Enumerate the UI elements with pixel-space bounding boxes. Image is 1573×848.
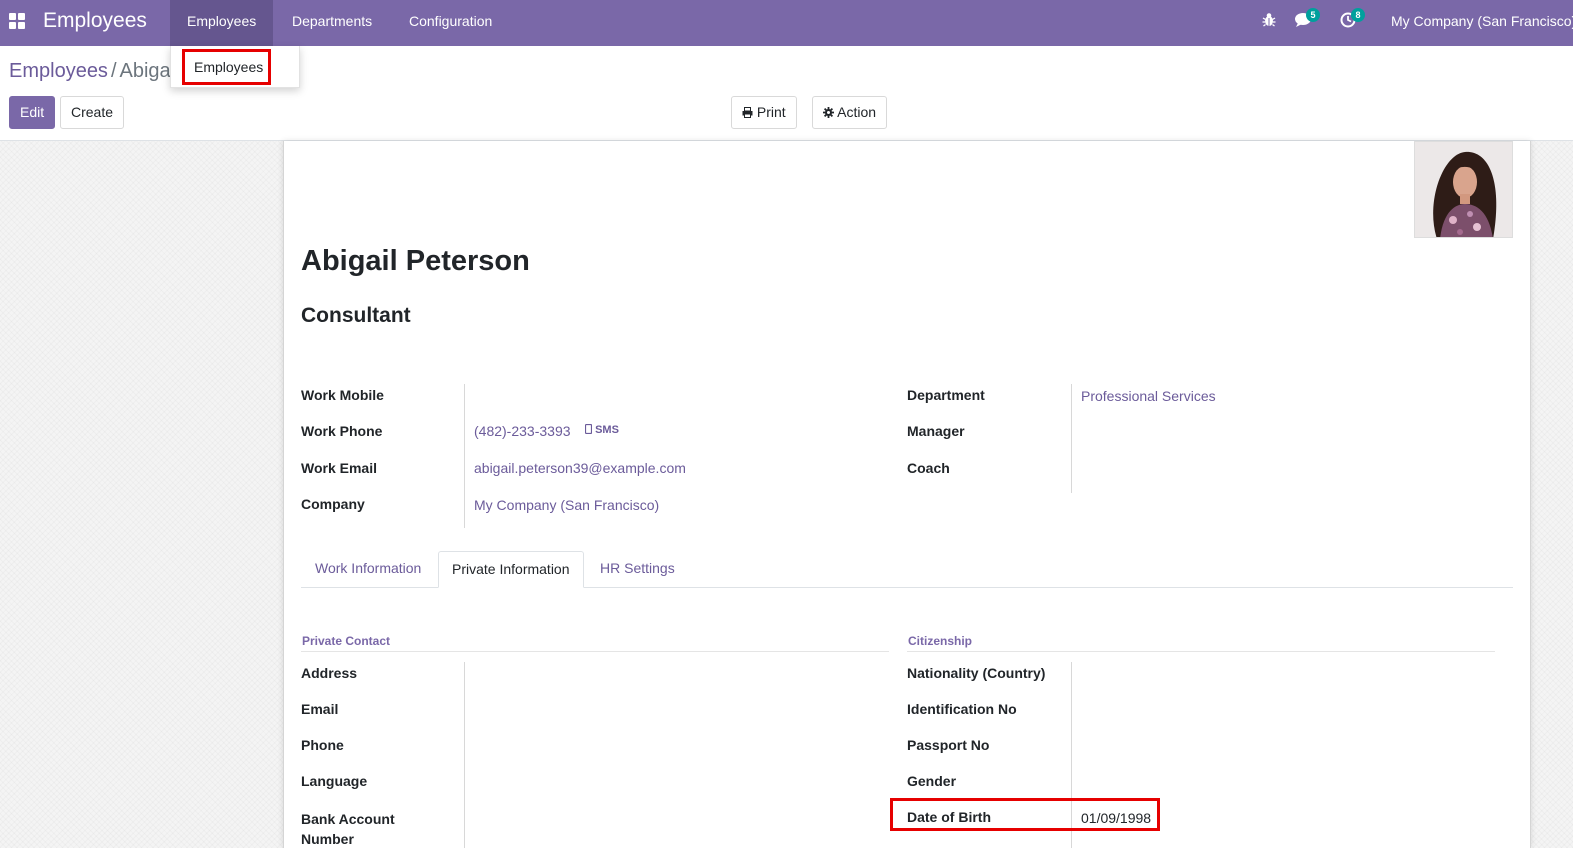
work-mobile-label: Work Mobile [301, 387, 384, 403]
dropdown-item-employees[interactable]: Employees [182, 49, 271, 85]
action-button[interactable]: Action [812, 96, 888, 129]
work-phone-value[interactable]: (482)-233-3393 [474, 423, 571, 439]
activities-count-badge: 8 [1351, 8, 1365, 22]
print-icon [742, 104, 757, 120]
breadcrumb-separator: / [110, 60, 117, 82]
bank-account-label: Bank Account Number [301, 811, 395, 847]
section-divider [301, 651, 889, 652]
app-title[interactable]: Employees [43, 9, 147, 33]
citizenship-title: Citizenship [908, 634, 973, 648]
manager-label: Manager [907, 423, 965, 439]
top-navbar: Employees Employees Departments Configur… [0, 0, 1573, 46]
menu-configuration[interactable]: Configuration [392, 0, 509, 46]
sms-label: SMS [595, 424, 619, 436]
identification-no-label: Identification No [907, 701, 1017, 717]
company-value[interactable]: My Company (San Francisco) [474, 497, 659, 513]
tab-private-information[interactable]: Private Information [438, 551, 584, 588]
employee-name[interactable]: Abigail Peterson [301, 245, 530, 278]
print-button[interactable]: Print [731, 96, 797, 129]
action-label: Action [837, 104, 877, 120]
address-label: Address [301, 665, 358, 681]
menu-departments[interactable]: Departments [275, 0, 389, 46]
chat-icon[interactable]: 5 [1295, 8, 1320, 32]
passport-no-label: Passport No [907, 737, 990, 753]
nationality-label: Nationality (Country) [907, 665, 1046, 681]
language-label: Language [301, 773, 368, 789]
mobile-icon [584, 423, 595, 436]
field-separator [1071, 384, 1072, 493]
bug-icon[interactable] [1262, 12, 1276, 32]
apps-menu-icon[interactable] [9, 13, 26, 30]
coach-label: Coach [907, 460, 950, 476]
private-contact-title: Private Contact [302, 634, 391, 648]
field-separator [464, 662, 465, 848]
work-email-label: Work Email [301, 460, 377, 476]
sms-button[interactable]: SMS [584, 423, 619, 436]
print-label: Print [756, 104, 786, 120]
field-separator [464, 384, 465, 528]
department-label: Department [907, 387, 985, 403]
tab-hr-settings[interactable]: HR Settings [587, 551, 688, 588]
tab-work-information[interactable]: Work Information [302, 551, 434, 588]
menu-employees[interactable]: Employees [170, 0, 274, 46]
date-of-birth-highlight [890, 798, 1160, 831]
edit-button[interactable]: Edit [9, 96, 56, 129]
job-title[interactable]: Consultant [301, 304, 411, 328]
company-label: Company [301, 496, 365, 512]
company-switcher[interactable]: My Company (San Francisco) [1391, 0, 1573, 46]
department-value[interactable]: Professional Services [1081, 388, 1216, 404]
messages-count-badge: 5 [1306, 8, 1320, 22]
clock-icon[interactable]: 8 [1340, 8, 1365, 33]
breadcrumb-employees-link[interactable]: Employees [9, 60, 108, 82]
private-phone-label: Phone [301, 737, 344, 753]
create-button[interactable]: Create [60, 96, 125, 129]
gear-icon [823, 104, 837, 120]
section-divider [907, 651, 1495, 652]
private-email-label: Email [301, 701, 339, 717]
work-email-value[interactable]: abigail.peterson39@example.com [474, 460, 686, 476]
work-phone-label: Work Phone [301, 423, 383, 439]
gender-label: Gender [907, 773, 957, 789]
employee-avatar[interactable] [1414, 141, 1513, 238]
employees-dropdown-menu: Employees [170, 46, 300, 88]
